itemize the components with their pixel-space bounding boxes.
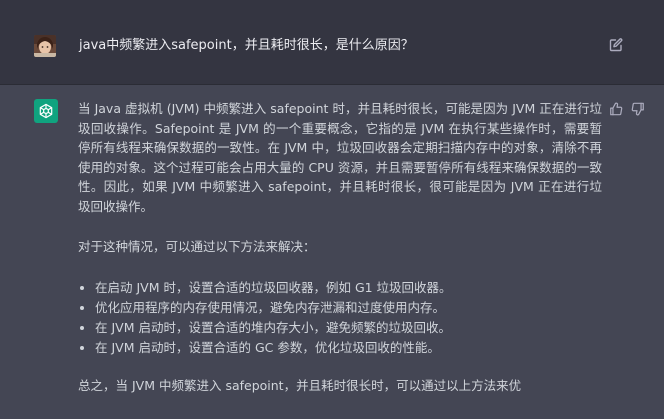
user-message-row: java中频繁进入safepoint，并且耗时很长，是什么原因？ (0, 0, 664, 85)
edit-icon[interactable] (608, 37, 624, 53)
bullet-dot (80, 325, 84, 330)
chatgpt-logo-icon (34, 99, 58, 123)
bullet-dot (80, 305, 84, 310)
list-item-text: 在 JVM 启动时，设置合适的 GC 参数，优化垃圾回收的性能。 (95, 339, 440, 355)
thumbs-up-icon[interactable] (609, 101, 623, 116)
solution-list: 在启动 JVM 时，设置合适的垃圾回收器，例如 G1 垃圾回收器。 优化应用程序… (78, 278, 602, 358)
assistant-message-row: 当 Java 虚拟机 (JVM) 中频繁进入 safepoint 时，并且耗时很… (0, 85, 664, 419)
list-item-text: 在启动 JVM 时，设置合适的垃圾回收器，例如 G1 垃圾回收器。 (95, 279, 452, 295)
answer-paragraph: 当 Java 虚拟机 (JVM) 中频繁进入 safepoint 时，并且耗时很… (78, 101, 602, 214)
user-message-text: java中频繁进入safepoint，并且耗时很长，是什么原因？ (79, 38, 414, 53)
list-item-text: 在 JVM 启动时，设置合适的堆内存大小，避免频繁的垃圾回收。 (95, 319, 451, 335)
answer-paragraph: 对于这种情况，可以通过以下方法来解决： (78, 239, 316, 254)
list-item-text: 优化应用程序的内存使用情况，避免内存泄漏和过度使用内存。 (95, 299, 446, 315)
user-avatar (34, 35, 56, 57)
list-item: 优化应用程序的内存使用情况，避免内存泄漏和过度使用内存。 (78, 298, 602, 318)
bullet-dot (80, 345, 84, 350)
assistant-answer: 当 Java 虚拟机 (JVM) 中频繁进入 safepoint 时，并且耗时很… (78, 99, 602, 395)
list-item: 在启动 JVM 时，设置合适的垃圾回收器，例如 G1 垃圾回收器。 (78, 278, 602, 298)
answer-paragraph: 总之，当 JVM 中频繁进入 safepoint，并且耗时很长时，可以通过以上方… (78, 377, 522, 393)
list-item: 在 JVM 启动时，设置合适的堆内存大小，避免频繁的垃圾回收。 (78, 318, 602, 338)
thumbs-down-icon[interactable] (631, 101, 645, 116)
list-item: 在 JVM 启动时，设置合适的 GC 参数，优化垃圾回收的性能。 (78, 338, 602, 358)
bullet-dot (80, 285, 84, 290)
chat-page: java中频繁进入safepoint，并且耗时很长，是什么原因？ 当 Java … (0, 0, 664, 419)
